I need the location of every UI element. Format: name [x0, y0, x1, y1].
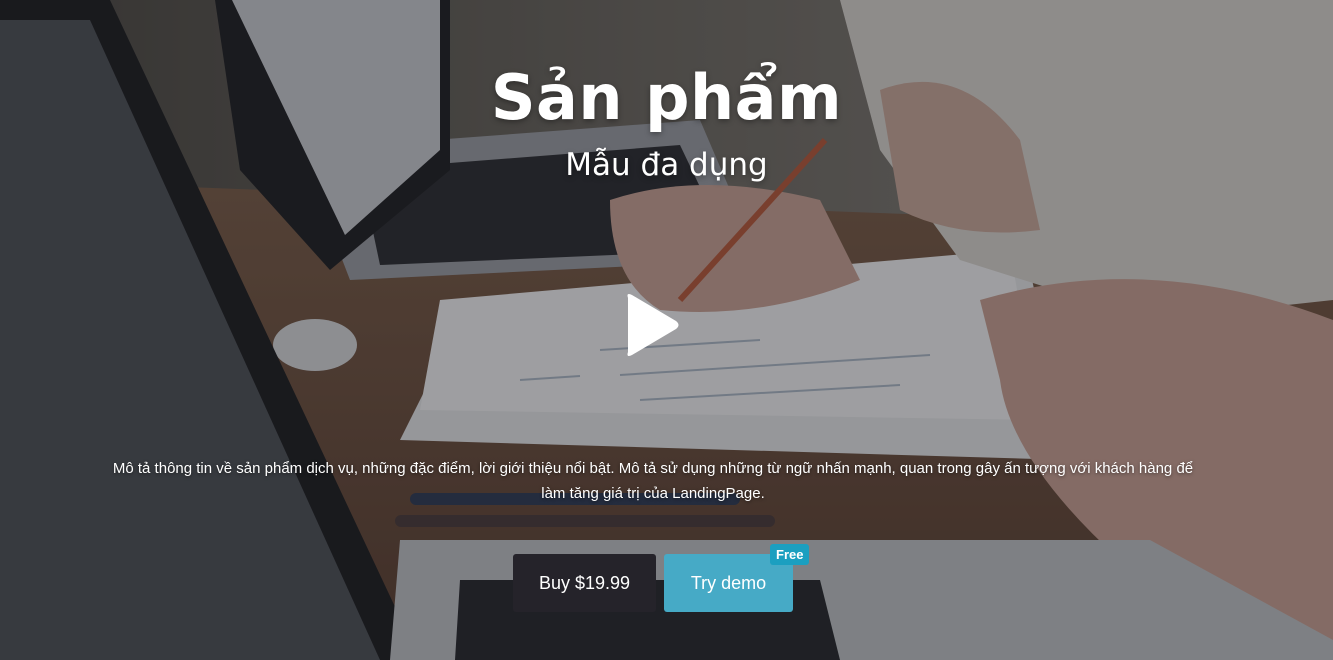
play-icon: [627, 294, 679, 356]
hero-content: Sản phẩm Mẫu đa dụng Mô tả thông tin về …: [0, 0, 1333, 660]
hero-section: Sản phẩm Mẫu đa dụng Mô tả thông tin về …: [0, 0, 1333, 660]
free-badge: Free: [770, 544, 810, 565]
cta-group: Buy $19.99 Try demo Free: [0, 544, 1333, 614]
play-video-button[interactable]: [612, 290, 686, 360]
product-description: Mô tả thông tin về sản phẩm dịch vụ, nhữ…: [112, 460, 1194, 502]
page-title: Sản phẩm: [490, 61, 843, 134]
buy-button[interactable]: Buy $19.99: [513, 554, 656, 612]
page-subtitle: Mẫu đa dụng: [565, 147, 768, 183]
